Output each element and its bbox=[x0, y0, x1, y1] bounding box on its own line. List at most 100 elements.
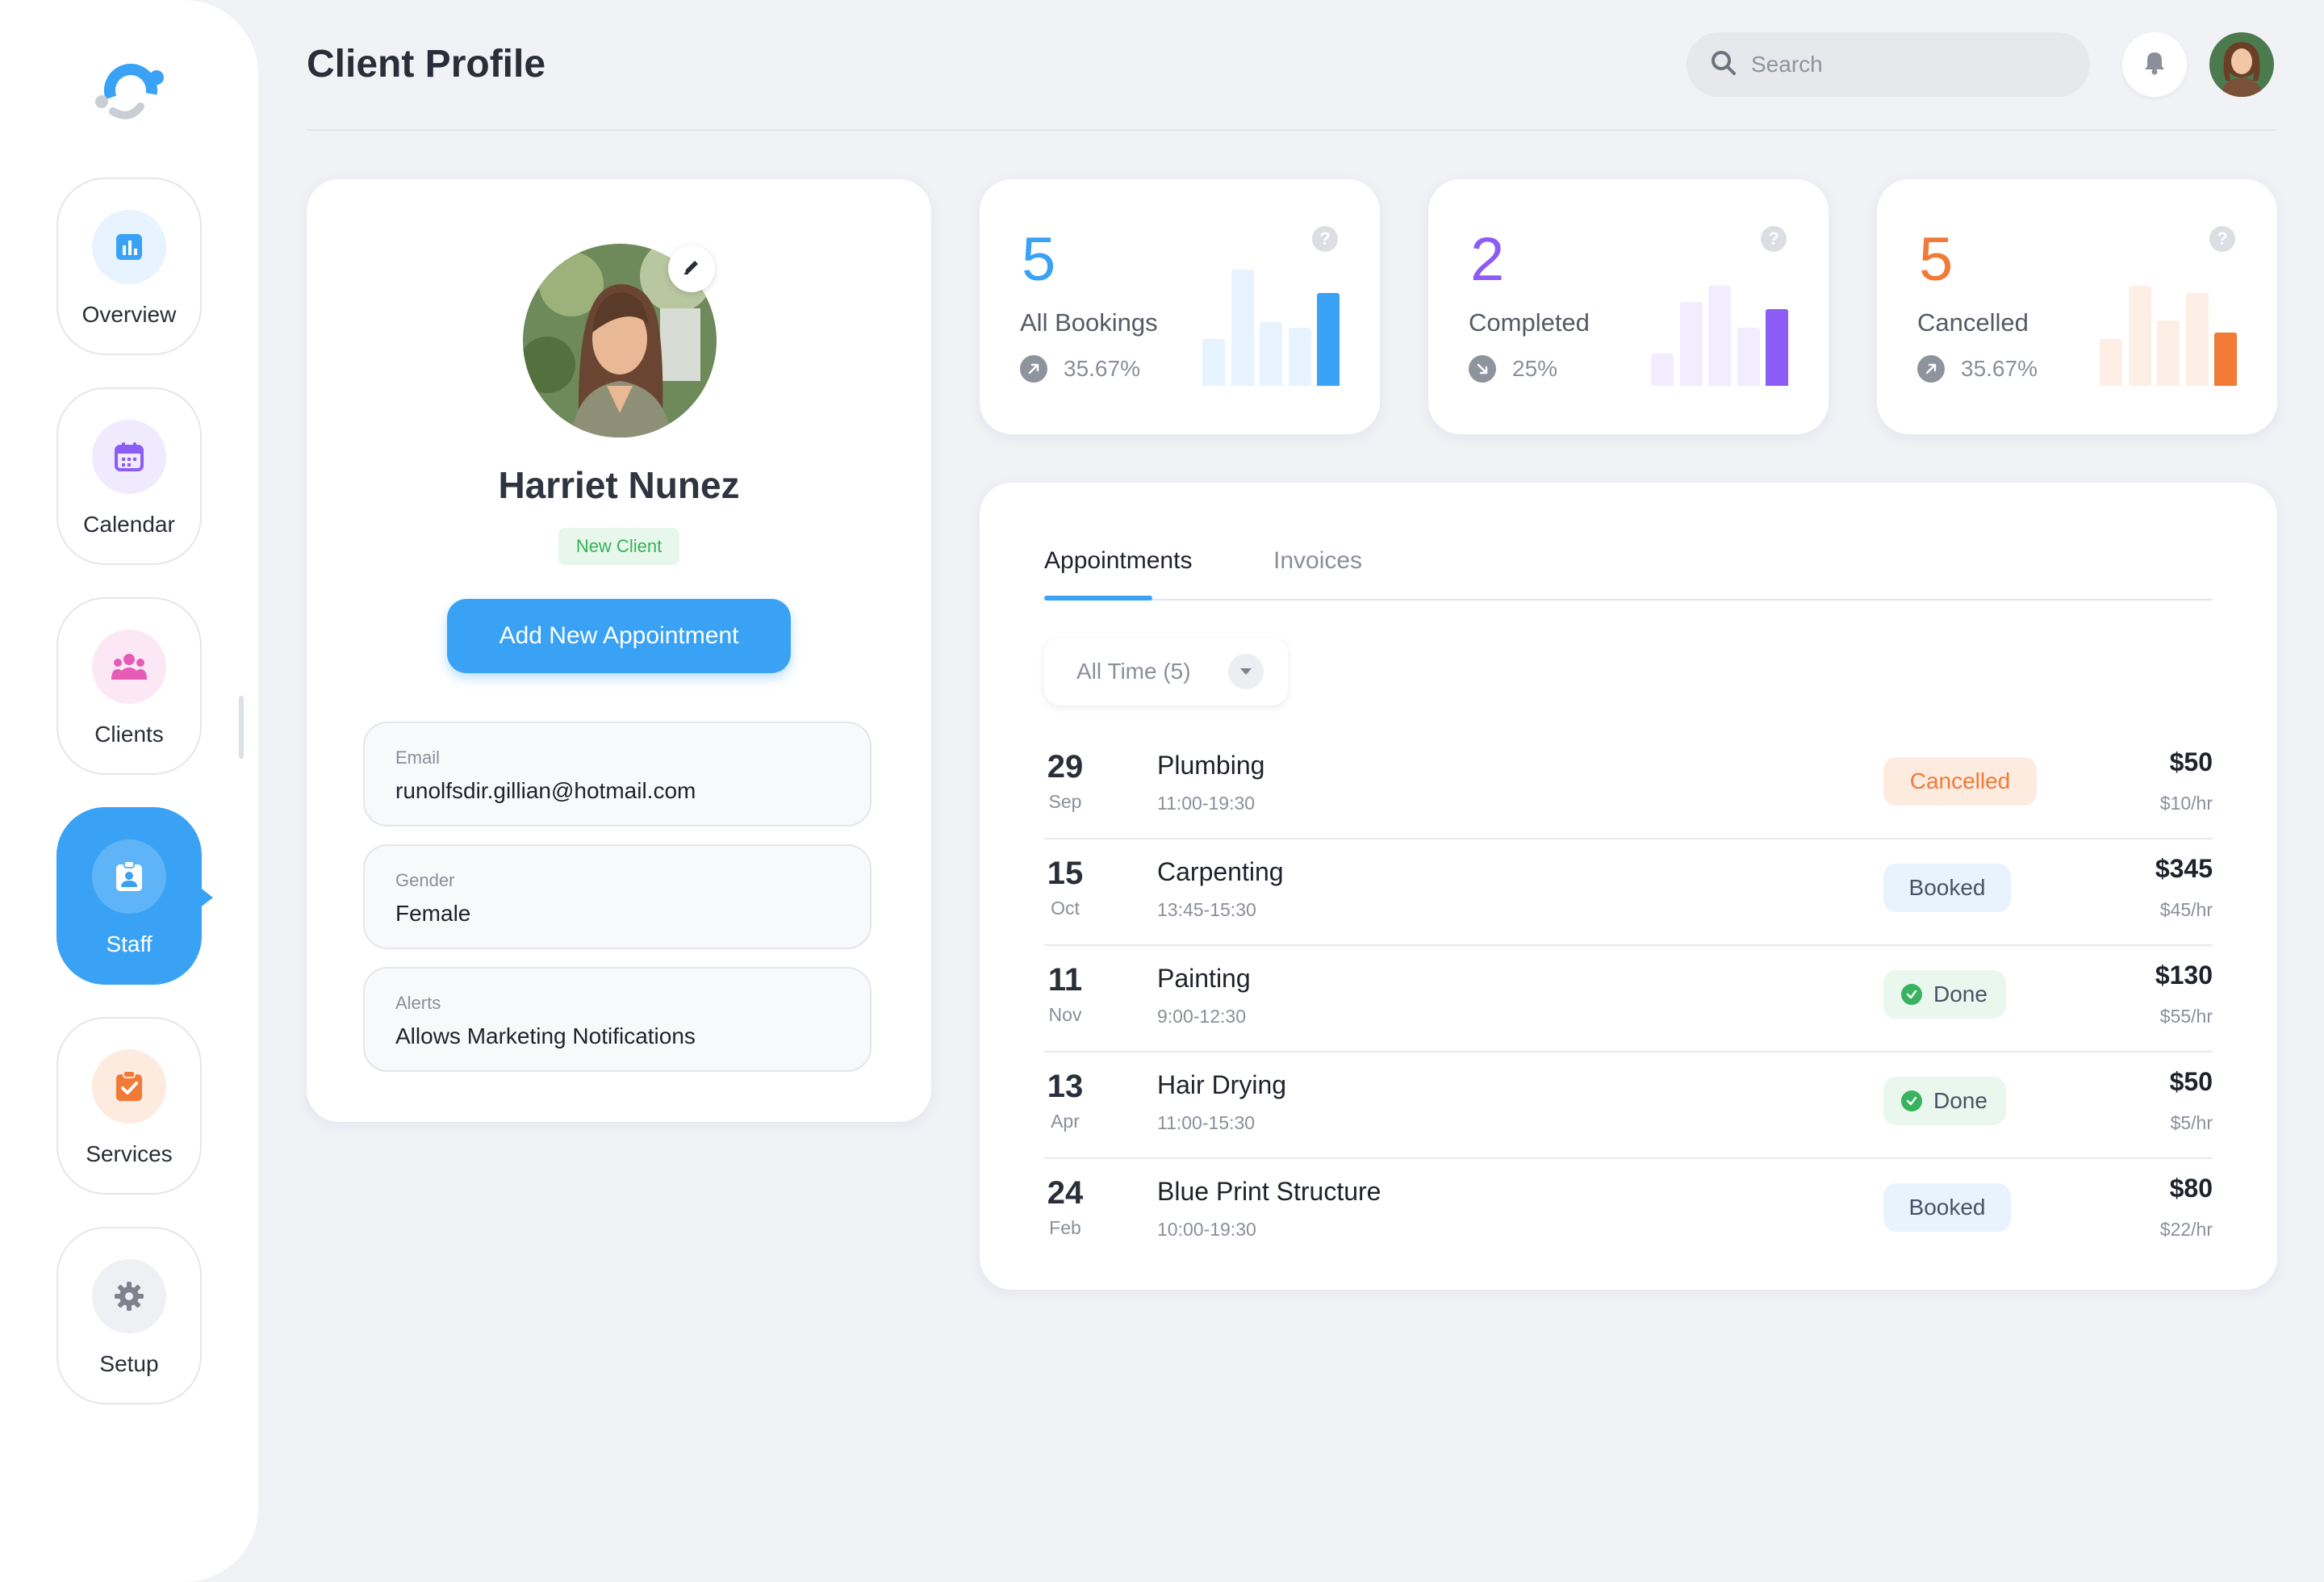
stat-value: 2 bbox=[1470, 225, 1505, 294]
appointment-price: $130 bbox=[2155, 960, 2213, 990]
help-icon[interactable]: ? bbox=[2209, 226, 2235, 252]
email-label: Email bbox=[395, 747, 441, 768]
sidebar-item-setup[interactable]: Setup bbox=[56, 1227, 202, 1404]
status-label: Cancelled bbox=[1909, 768, 2011, 793]
gender-field[interactable]: Gender Female bbox=[363, 844, 872, 949]
tab-invoices[interactable]: Invoices bbox=[1273, 547, 1362, 575]
page-title: Client Profile bbox=[307, 43, 546, 86]
appointment-service: Blue Print Structure bbox=[1157, 1177, 1381, 1206]
appointment-time: 9:00-12:30 bbox=[1157, 1006, 1246, 1027]
clipboard-check-icon bbox=[92, 1049, 166, 1124]
appointment-rate: $10/hr bbox=[2159, 793, 2213, 814]
email-value: runolfsdir.gillian@hotmail.com bbox=[395, 778, 696, 803]
search-input[interactable] bbox=[1751, 52, 2074, 77]
appointment-day: 11 bbox=[1047, 962, 1083, 998]
table-row[interactable]: 24 Feb Blue Print Structure 10:00-19:30 Book… bbox=[1044, 1159, 2213, 1266]
appointments-card: Appointments Invoices All Time (5) 29 Sep… bbox=[980, 483, 2277, 1290]
appointment-month: Oct bbox=[1051, 898, 1080, 919]
alerts-field[interactable]: Alerts Allows Marketing Notifications bbox=[363, 967, 872, 1072]
table-row[interactable]: 13 Apr Hair Drying 11:00-15:30 Done $50 $5/hr bbox=[1044, 1053, 2213, 1159]
mini-chart-bar bbox=[1202, 339, 1225, 386]
mini-chart-bar bbox=[1651, 354, 1674, 386]
status-label: Done bbox=[1933, 981, 1988, 1007]
user-avatar[interactable] bbox=[2209, 32, 2274, 97]
appointment-price: $50 bbox=[2169, 1067, 2213, 1096]
table-row[interactable]: 15 Oct Carpenting 13:45-15:30 Booked $345 $45/… bbox=[1044, 839, 2213, 946]
arrow-up-right-icon bbox=[1917, 355, 1945, 383]
stat-trend: 25% bbox=[1469, 355, 1557, 383]
appointment-price: $345 bbox=[2155, 854, 2213, 883]
search-bar[interactable] bbox=[1687, 32, 2090, 97]
status-label: Booked bbox=[1908, 1195, 1986, 1220]
client-status-badge: New Client bbox=[558, 528, 679, 565]
sidebar-item-label: Overview bbox=[82, 302, 177, 327]
gender-value: Female bbox=[395, 901, 471, 926]
sidebar-item-clients[interactable]: Clients bbox=[56, 597, 202, 775]
chart-icon bbox=[92, 210, 166, 284]
mini-chart-bar bbox=[2157, 320, 2180, 386]
gender-label: Gender bbox=[395, 870, 455, 890]
stat-trend-value: 35.67% bbox=[1961, 356, 2038, 381]
sidebar-item-label: Staff bbox=[106, 931, 153, 956]
notifications-button[interactable] bbox=[2122, 32, 2187, 97]
mini-bar-chart bbox=[1651, 270, 1788, 386]
help-icon[interactable]: ? bbox=[1312, 226, 1338, 252]
stat-trend-value: 35.67% bbox=[1064, 356, 1140, 381]
appointment-time: 13:45-15:30 bbox=[1157, 899, 1256, 920]
check-circle-icon bbox=[1901, 984, 1922, 1005]
sidebar-item-label: Clients bbox=[94, 722, 164, 747]
status-badge: Done bbox=[1883, 1077, 2006, 1125]
stat-card-all-bookings: 5 All Bookings 35.67% ? bbox=[980, 179, 1380, 434]
sidebar-item-services[interactable]: Services bbox=[56, 1017, 202, 1195]
calendar-icon bbox=[92, 420, 166, 494]
appointment-price: $50 bbox=[2169, 747, 2213, 776]
appointment-time: 10:00-19:30 bbox=[1157, 1219, 1256, 1240]
status-badge: Done bbox=[1883, 970, 2006, 1019]
tab-appointments[interactable]: Appointments bbox=[1044, 547, 1192, 575]
sidebar-item-overview[interactable]: Overview bbox=[56, 178, 202, 355]
mini-chart-bar bbox=[2128, 286, 2151, 386]
appointment-service: Carpenting bbox=[1157, 857, 1284, 886]
mini-chart-bar bbox=[2100, 339, 2122, 386]
stat-label: Completed bbox=[1469, 308, 1590, 337]
mini-chart-bar bbox=[1317, 293, 1340, 386]
time-filter-dropdown[interactable]: All Time (5) bbox=[1044, 638, 1288, 705]
alerts-label: Alerts bbox=[395, 993, 441, 1013]
sidebar-scrollbar[interactable] bbox=[239, 696, 244, 759]
help-icon[interactable]: ? bbox=[1761, 226, 1787, 252]
appointment-month: Apr bbox=[1051, 1111, 1080, 1132]
staff-icon bbox=[92, 839, 166, 914]
mini-bar-chart bbox=[1202, 270, 1340, 386]
mini-chart-bar bbox=[1766, 309, 1788, 386]
mini-chart-bar bbox=[1288, 328, 1311, 386]
appointment-tabs: Appointments Invoices bbox=[1044, 547, 2213, 601]
stat-trend: 35.67% bbox=[1917, 355, 2038, 383]
stat-trend: 35.67% bbox=[1020, 355, 1140, 383]
check-circle-icon bbox=[1901, 1090, 1922, 1111]
stat-value: 5 bbox=[1919, 225, 1954, 294]
appointment-rate: $5/hr bbox=[2170, 1112, 2213, 1133]
app-logo[interactable] bbox=[90, 53, 168, 126]
mini-chart-bar bbox=[1231, 270, 1254, 386]
arrow-down-right-icon bbox=[1469, 355, 1496, 383]
table-row[interactable]: 29 Sep Plumbing 11:00-19:30 Cancelled $50 $10/… bbox=[1044, 733, 2213, 839]
appointment-day: 15 bbox=[1047, 856, 1084, 891]
email-field[interactable]: Email runolfsdir.gillian@hotmail.com bbox=[363, 722, 872, 827]
alerts-value: Allows Marketing Notifications bbox=[395, 1023, 696, 1048]
appointment-service: Painting bbox=[1157, 964, 1251, 993]
active-tab-indicator bbox=[1044, 596, 1152, 601]
add-appointment-button[interactable]: Add New Appointment bbox=[447, 599, 791, 673]
status-badge: Booked bbox=[1883, 1183, 2011, 1232]
sidebar-item-calendar[interactable]: Calendar bbox=[56, 387, 202, 565]
bell-icon bbox=[2143, 51, 2166, 79]
stat-trend-value: 25% bbox=[1512, 356, 1558, 381]
edit-photo-button[interactable] bbox=[668, 245, 715, 292]
appointment-price: $80 bbox=[2169, 1174, 2213, 1203]
table-row[interactable]: 11 Nov Painting 9:00-12:30 Done $130 $55/hr bbox=[1044, 946, 2213, 1053]
appointment-service: Hair Drying bbox=[1157, 1070, 1287, 1099]
sidebar-item-staff[interactable]: Staff bbox=[56, 807, 213, 985]
clients-icon bbox=[92, 630, 166, 704]
status-label: Done bbox=[1933, 1088, 1988, 1113]
stat-card-completed: 2 Completed 25% ? bbox=[1428, 179, 1829, 434]
status-badge: Cancelled bbox=[1883, 757, 2037, 806]
